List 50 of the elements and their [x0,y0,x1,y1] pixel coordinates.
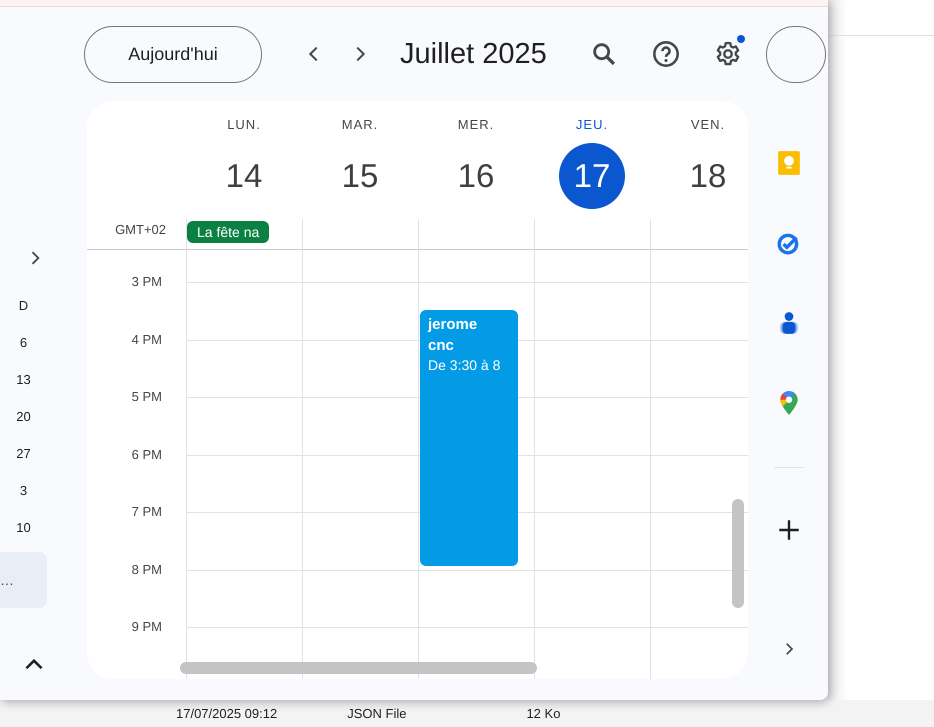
all-day-cell[interactable]: La fête na [186,219,302,250]
selected-calendar-item[interactable]: … [0,552,47,608]
calendar-item[interactable]: 3 [0,472,47,509]
help-icon [652,40,680,68]
all-day-cell[interactable] [534,219,650,250]
all-day-cell[interactable] [650,219,748,250]
timezone-label: GMT+02 [87,219,186,250]
hour-label: 5 PM [132,389,162,405]
partial-button[interactable] [766,26,826,82]
date-number: 18 [688,156,728,196]
weekday-label: VEN. [690,117,726,133]
calendar-item[interactable]: D [0,287,47,324]
hour-label: 9 PM [132,619,162,635]
day-header[interactable]: JEU. 17 [534,101,650,219]
file-modified-date: 17/07/2025 09:12 [176,706,278,721]
month-title: Juillet 2025 [400,38,548,70]
hour-label: 3 PM [132,274,162,290]
all-day-cell[interactable] [302,219,418,250]
file-size: 12 Ko [526,706,560,721]
hour-label: 7 PM [132,504,162,520]
date-number: 16 [456,156,496,196]
calendar-item[interactable]: 27 [0,435,47,472]
settings-icon [714,40,742,68]
event-title: jerome cnc [428,315,478,356]
calendar-item[interactable]: 20 [0,398,47,435]
all-day-cell[interactable] [418,219,534,250]
calendar-item[interactable]: 10 [0,509,47,546]
day-header[interactable]: MAR. 15 [302,101,418,219]
horizontal-scrollbar[interactable] [180,662,537,674]
today-button[interactable]: Aujourd'hui [84,26,262,82]
hour-label: 8 PM [132,562,162,578]
calendar-item[interactable]: 13 [0,361,47,398]
hour-label: 6 PM [132,446,162,462]
hour-label: 4 PM [132,332,162,348]
weekday-label: MAR. [342,117,378,133]
weekday-label: LUN. [227,117,261,133]
day-header[interactable]: LUN. 14 [186,101,302,219]
weekday-label: JEU. [576,117,608,133]
event-time: De 3:30 à 8 [428,356,502,375]
notification-dot [737,35,745,43]
day-header[interactable]: VEN. 18 [650,101,748,219]
date-number: 14 [224,156,264,196]
vertical-scrollbar[interactable] [732,499,744,608]
current-date-badge: 17 [559,143,625,209]
day-header[interactable]: MER. 16 [418,101,534,219]
date-number: 15 [340,156,380,196]
file-type: JSON File [347,706,406,721]
calendar-item[interactable]: 6 [0,324,47,361]
weekday-label: MER. [458,117,494,133]
all-day-event[interactable]: La fête na [187,221,270,243]
